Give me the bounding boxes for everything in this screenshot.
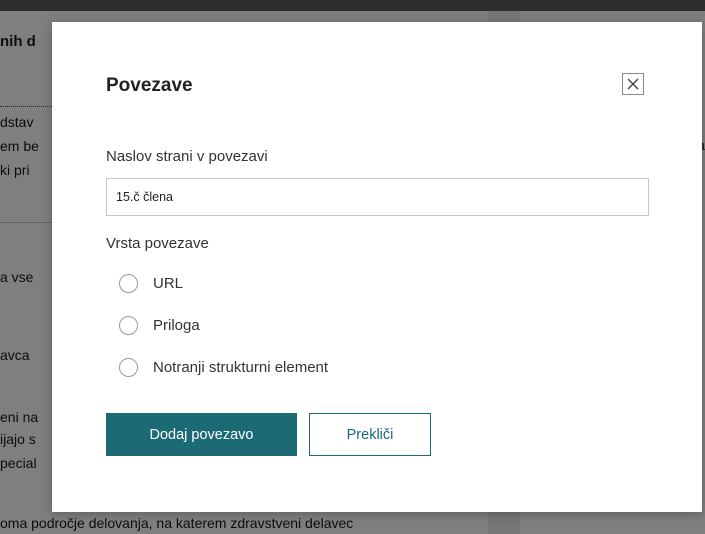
radio-label: Priloga — [153, 316, 200, 334]
radio-button[interactable] — [119, 357, 138, 377]
radio-internal-element[interactable]: Notranji strukturni element — [119, 356, 328, 378]
add-link-button[interactable]: Dodaj povezavo — [106, 413, 297, 456]
radio-attachment[interactable]: Priloga — [119, 314, 200, 336]
radio-label: Notranji strukturni element — [153, 358, 329, 376]
radio-button[interactable] — [119, 315, 138, 335]
link-type-label: Vrsta povezave — [106, 235, 209, 252]
close-button[interactable] — [622, 73, 644, 95]
radio-label: URL — [153, 274, 184, 292]
link-text-label: Naslov strani v povezavi — [106, 148, 268, 165]
link-text-input[interactable] — [106, 178, 649, 216]
link-dialog: Povezave Naslov strani v povezavi Vrsta … — [52, 22, 702, 512]
cancel-button[interactable]: Prekliči — [309, 413, 431, 456]
radio-url[interactable]: URL — [119, 272, 183, 294]
close-icon — [627, 78, 639, 90]
radio-button[interactable] — [119, 273, 138, 293]
dialog-title: Povezave — [106, 75, 193, 96]
